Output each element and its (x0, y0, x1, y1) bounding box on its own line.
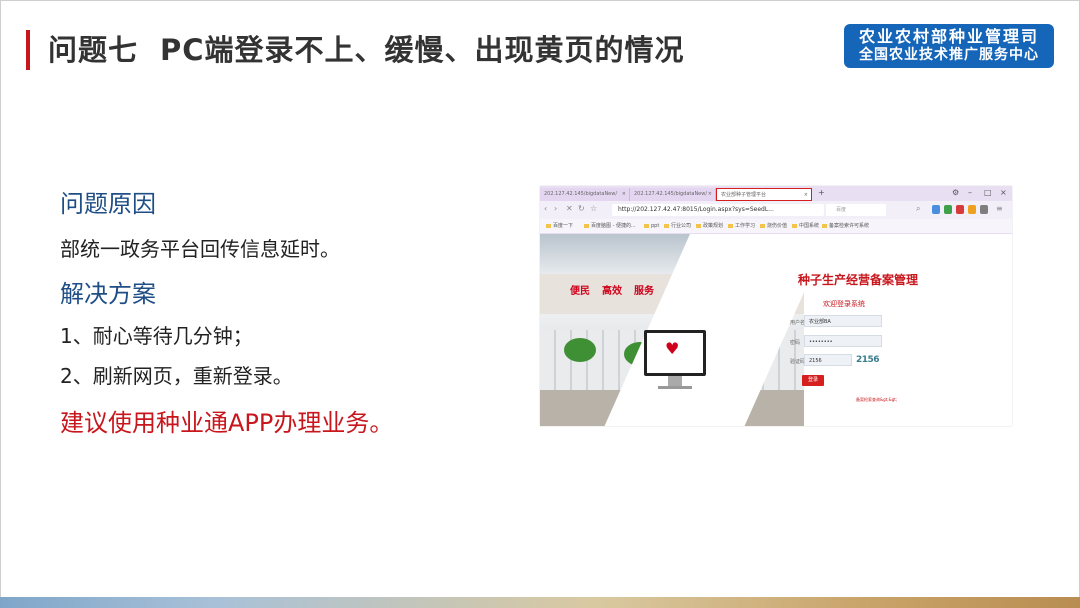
tab-label: 202.127.42.145/bigdataNew/ (634, 191, 708, 197)
bookmark[interactable]: 政策规划 (696, 219, 723, 233)
recommendation-text: 建议使用种业通APP办理业务。 (60, 409, 394, 437)
forward-icon[interactable]: › (554, 204, 557, 213)
extension-icon[interactable] (932, 205, 940, 214)
bookmark[interactable]: ppt (644, 219, 659, 233)
captcha-label: 验证码 (790, 359, 806, 365)
bookmark[interactable]: 工作学习 (728, 219, 755, 233)
login-subtitle: 欢迎登录系统 (823, 300, 865, 308)
heart-icon: ♥ (665, 339, 680, 358)
login-title: 种子生产经营备案管理 (798, 273, 919, 287)
bookmark[interactable]: 中国系统 (792, 219, 819, 233)
solution-heading: 解决方案 (60, 280, 156, 308)
browser-tab[interactable]: 202.127.42.145/bigdataNew/× (630, 188, 716, 201)
hall-photo: 便民 高效 服务 ♥ (540, 234, 804, 426)
search-icon[interactable]: ⌕ (916, 204, 920, 214)
browser-navbar: ‹ › ✕ ↻ ☆ http://202.127.42.47:8015/Logi… (540, 201, 1012, 220)
org-line1: 农业农村部种业管理司 (858, 27, 1039, 46)
photo-banner: 服务 (634, 286, 654, 297)
new-tab-icon[interactable]: + (818, 188, 825, 197)
solution-item-1: 1、耐心等待几分钟； (60, 324, 253, 348)
star-icon[interactable]: ☆ (590, 204, 597, 213)
monitor-graphic: ♥ (644, 330, 706, 376)
extension-icon[interactable] (980, 205, 988, 214)
tab-label: 202.127.42.145/bigdataNew/ (544, 191, 618, 197)
monitor-screen: ♥ (647, 333, 703, 373)
footer-image-strip (0, 597, 1080, 608)
photo-plant (564, 338, 596, 362)
password-label: 密码 (790, 340, 801, 346)
slide-title: 问题七 PC端登录不上、缓慢、出现黄页的情况 (48, 30, 685, 70)
solution-item-2: 2、刷新网页，重新登录。 (60, 364, 293, 388)
close-icon[interactable]: × (622, 188, 626, 201)
tab-label: 农业部种子管理平台 (721, 192, 767, 198)
browser-tab-active[interactable]: 农业部种子管理平台 × (716, 188, 812, 201)
captcha-input[interactable]: 2156 (804, 354, 852, 366)
close-window-icon[interactable]: × (1000, 188, 1007, 197)
bookmarks-bar: 百度一下 百度脑图 - 便捷的... ppt 行业公司 政策规划 工作学习 烧伤… (540, 219, 1012, 234)
maximize-icon[interactable]: □ (984, 188, 992, 197)
username-label: 用户名 (790, 320, 806, 326)
password-input[interactable]: •••••••• (804, 335, 882, 347)
bookmark[interactable]: 备案检索许可系统 (822, 219, 869, 233)
title-number: 问题七 (48, 33, 139, 67)
extension-icon[interactable] (944, 205, 952, 214)
query-link[interactable]: 备案检索查询&gt;&gt; (856, 397, 897, 403)
bookmark[interactable]: 行业公司 (664, 219, 691, 233)
cause-text: 部统一政务平台回传信息延时。 (60, 237, 340, 261)
monitor-stand (668, 376, 682, 386)
back-icon[interactable]: ‹ (544, 204, 547, 213)
browser-tabstrip: 202.127.42.145/bigdataNew/× 202.127.42.1… (540, 186, 1012, 201)
reload-icon[interactable]: ↻ (578, 204, 585, 213)
org-logo: 农业农村部种业管理司 全国农业技术推广服务中心 (844, 24, 1054, 68)
org-line2: 全国农业技术推广服务中心 (859, 47, 1039, 63)
settings-icon[interactable]: ⚙ (952, 188, 959, 197)
title-text: PC端登录不上、缓慢、出现黄页的情况 (160, 33, 685, 67)
photo-banner: 便民 (570, 286, 590, 297)
extension-icon[interactable] (956, 205, 964, 214)
bookmark[interactable]: 烧伤价值 (760, 219, 787, 233)
cause-heading: 问题原因 (60, 190, 156, 218)
title-accent-bar (26, 30, 30, 70)
login-button[interactable]: 登录 (802, 375, 824, 386)
browser-screenshot: 202.127.42.145/bigdataNew/× 202.127.42.1… (540, 186, 1012, 426)
close-icon[interactable]: × (708, 188, 712, 201)
browser-tab[interactable]: 202.127.42.145/bigdataNew/ × (540, 188, 630, 201)
monitor-base (658, 386, 692, 389)
stop-icon[interactable]: ✕ (566, 204, 573, 213)
minimize-icon[interactable]: – (968, 188, 972, 197)
bookmark[interactable]: 百度脑图 - 便捷的... (584, 219, 636, 233)
address-bar[interactable]: http://202.127.42.47:8015/Login.aspx?sys… (612, 204, 824, 216)
bookmark[interactable]: 百度一下 (546, 219, 573, 233)
photo-banner: 高效 (602, 286, 622, 297)
search-box[interactable]: 百度 (826, 204, 886, 216)
username-input[interactable]: 农业部BA (804, 315, 882, 327)
menu-icon[interactable]: ≡ (996, 204, 1003, 213)
captcha-image[interactable]: 2156 (856, 354, 880, 366)
extension-icon[interactable] (968, 205, 976, 214)
